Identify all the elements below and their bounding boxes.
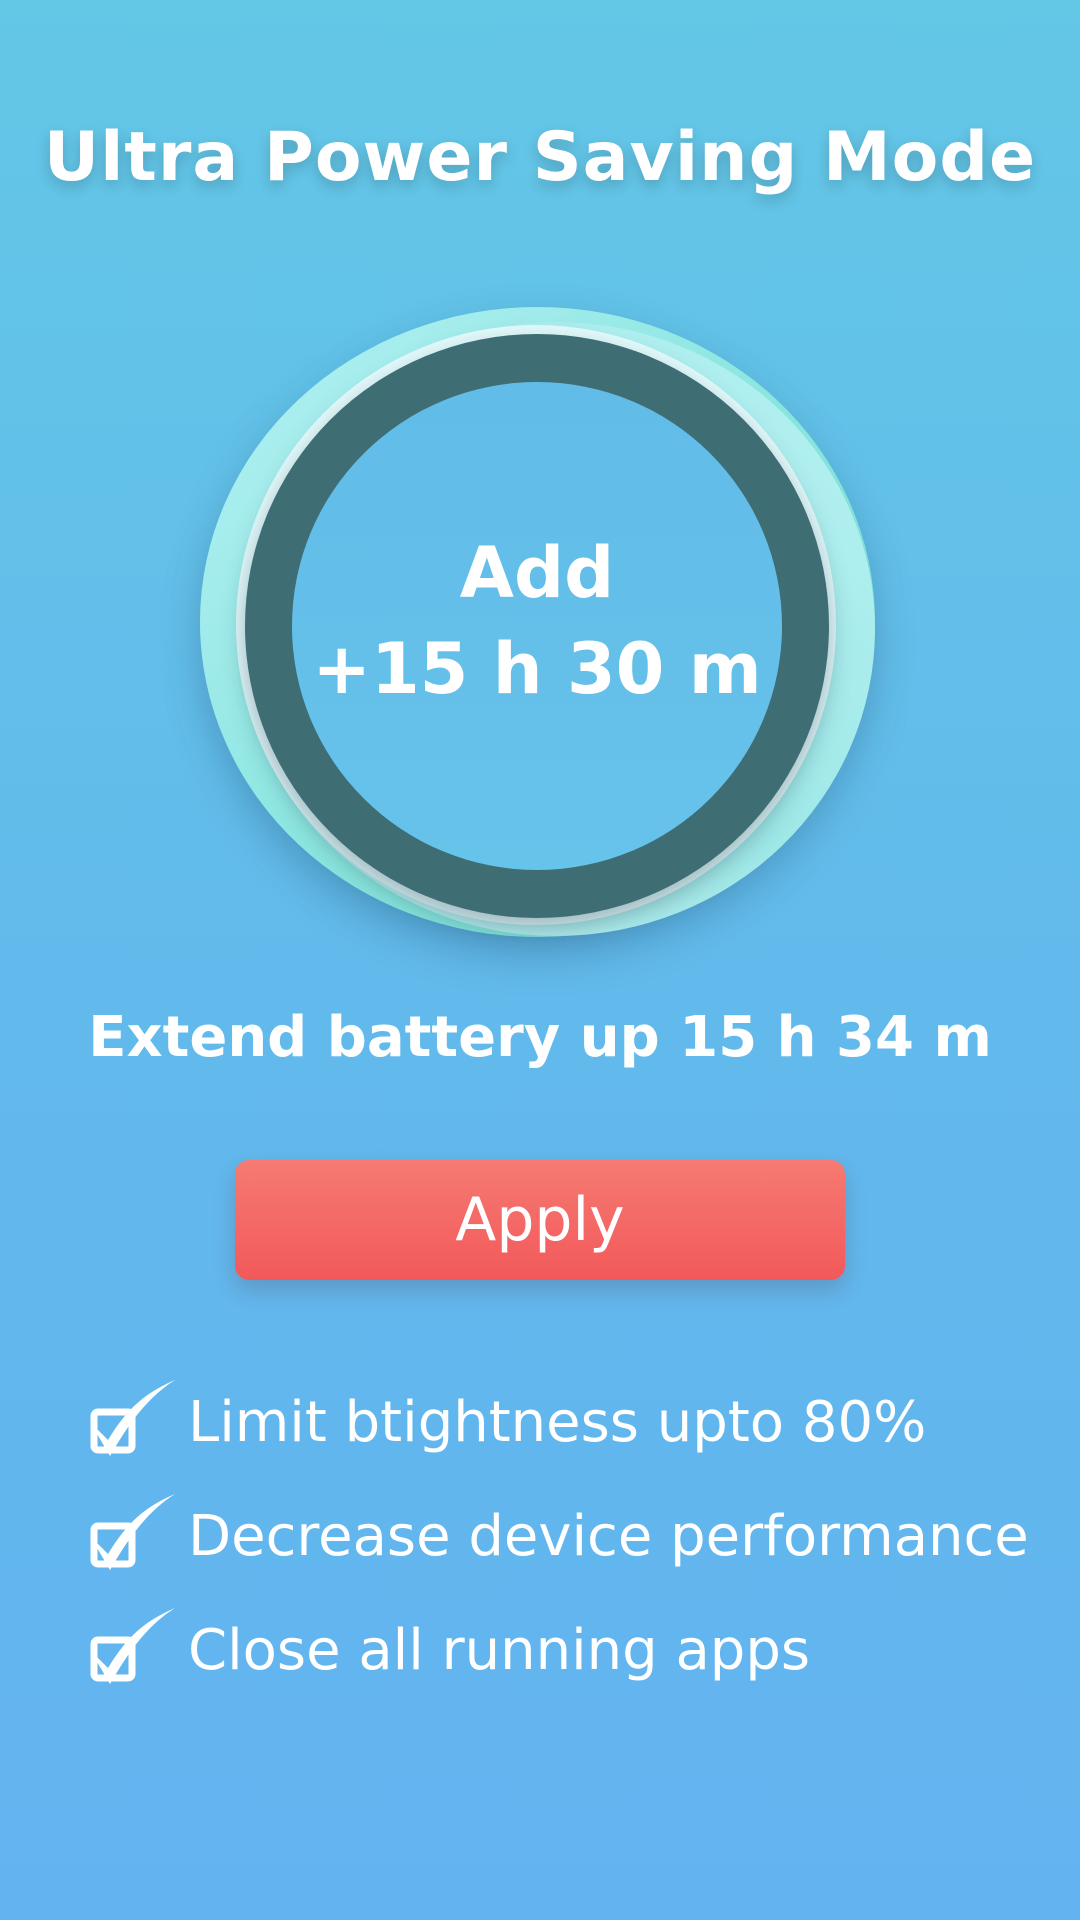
feature-label: Close all running apps <box>188 1617 811 1683</box>
feature-item-limit-brightness: Limit btightness upto 80% <box>80 1365 1060 1479</box>
feature-item-close-apps: Close all running apps <box>80 1593 1060 1707</box>
extend-battery-text: Extend battery up 15 h 34 m <box>88 1005 992 1070</box>
checkbox-checked-icon <box>90 1608 175 1684</box>
checkbox-checked-icon <box>90 1494 175 1570</box>
apply-button[interactable]: Apply <box>235 1160 845 1280</box>
dial-label: Add <box>459 532 615 614</box>
dial-time-value: +15 h 30 m <box>312 628 762 710</box>
feature-label: Limit btightness upto 80% <box>188 1389 927 1455</box>
feature-item-decrease-performance: Decrease device performance <box>80 1479 1060 1593</box>
checkbox-checked-icon <box>90 1380 175 1456</box>
feature-list: Limit btightness upto 80% Decrease devic… <box>80 1365 1060 1707</box>
feature-label: Decrease device performance <box>188 1503 1029 1569</box>
battery-time-dial: Add +15 h 30 m <box>0 0 1080 1000</box>
dial-text: Add +15 h 30 m <box>292 382 782 870</box>
